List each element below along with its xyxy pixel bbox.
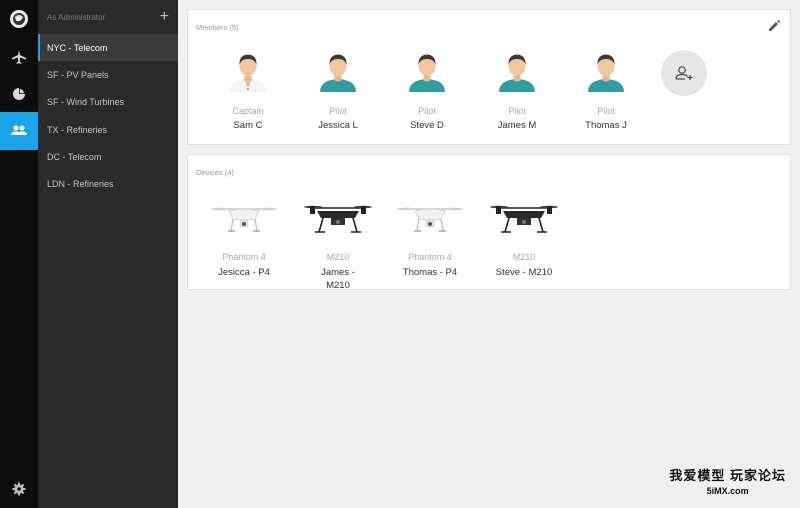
- add-team-button[interactable]: +: [160, 9, 169, 25]
- device-name: Jesicca - P4: [218, 267, 270, 278]
- member-card[interactable]: Pilot James M: [472, 48, 562, 131]
- sidebar-item-sf-wind-turbines[interactable]: SF - Wind Turbines: [38, 89, 178, 116]
- members-card: Members (5) Captain Sam C Pilot Jessica …: [187, 9, 791, 145]
- member-name: Jessica L: [318, 120, 358, 131]
- member-name: Thomas J: [585, 120, 627, 131]
- airplane-icon[interactable]: [0, 38, 38, 76]
- gear-icon[interactable]: [0, 470, 38, 508]
- sidebar-item-nyc-telecom[interactable]: NYC - Telecom: [38, 34, 178, 62]
- device-card[interactable]: M210 Steve - M210: [479, 199, 569, 279]
- icon-rail: [0, 0, 38, 508]
- device-name: Thomas - P4: [402, 267, 458, 278]
- team-sidebar: As Administrator + NYC - Telecom SF - PV…: [38, 0, 178, 508]
- device-model: Phantom 4: [408, 252, 452, 262]
- device-name: Steve - M210: [495, 267, 553, 278]
- member-name: Sam C: [233, 120, 263, 131]
- member-card[interactable]: Pilot Steve D: [382, 48, 472, 131]
- device-card[interactable]: Phantom 4 Thomas - P4: [385, 199, 475, 279]
- devices-card: Devices (4) Phantom 4 Jesicca - P4 M210 …: [187, 154, 791, 292]
- phantom-drone-icon: [211, 207, 277, 232]
- pilot-avatar-icon: [409, 54, 445, 92]
- sidebar-item-dc-telecom[interactable]: DC - Telecom: [38, 143, 178, 170]
- watermark-url: 5iMX.com: [706, 486, 749, 496]
- member-role: Pilot: [418, 106, 436, 116]
- sidebar-item-sf-pv-panels[interactable]: SF - PV Panels: [38, 61, 178, 88]
- add-user-icon: [675, 66, 693, 80]
- watermark: 我爱模型 玩家论坛 5iMX.com: [669, 465, 786, 496]
- member-name: James M: [497, 120, 537, 131]
- add-member-button[interactable]: [661, 50, 707, 96]
- sidebar-header: As Administrator +: [38, 0, 178, 34]
- device-model: M210: [326, 252, 350, 262]
- members-title: Members (5): [196, 23, 239, 32]
- device-card[interactable]: Phantom 4 Jesicca - P4: [199, 199, 289, 279]
- role-label: As Administrator: [47, 12, 106, 22]
- watermark-title: 我爱模型 玩家论坛: [669, 468, 786, 483]
- member-name: Steve D: [410, 120, 444, 131]
- phantom-drone-icon: [397, 207, 463, 232]
- app-logo-icon[interactable]: [0, 0, 38, 38]
- member-role: Captain: [232, 106, 264, 116]
- edit-icon[interactable]: [767, 19, 781, 33]
- member-card[interactable]: Pilot Thomas J: [561, 48, 651, 131]
- devices-title: Devices (4): [196, 168, 234, 177]
- member-card[interactable]: Captain Sam C: [203, 48, 293, 131]
- pilot-avatar-icon: [588, 54, 624, 92]
- device-name: James - M210: [321, 267, 355, 291]
- sidebar-item-ldn-refineries[interactable]: LDN - Refineries: [38, 170, 178, 197]
- main-content: Members (5) Captain Sam C Pilot Jessica …: [178, 0, 800, 508]
- sidebar-item-tx-refineries[interactable]: TX - Refineries: [38, 116, 178, 143]
- device-card[interactable]: M210 James - M210: [293, 199, 383, 292]
- device-model: Phantom 4: [222, 252, 266, 262]
- member-role: Pilot: [597, 106, 615, 116]
- m210-drone-icon: [490, 205, 558, 233]
- device-model: M210: [512, 252, 536, 262]
- pie-chart-icon[interactable]: [0, 75, 38, 113]
- pilot-avatar-icon: [320, 54, 356, 92]
- team-icon[interactable]: [0, 112, 38, 150]
- captain-avatar-icon: [230, 54, 266, 92]
- pilot-avatar-icon: [499, 54, 535, 92]
- m210-drone-icon: [304, 205, 372, 233]
- member-role: Pilot: [329, 106, 347, 116]
- member-role: Pilot: [508, 106, 526, 116]
- member-card[interactable]: Pilot Jessica L: [293, 48, 383, 131]
